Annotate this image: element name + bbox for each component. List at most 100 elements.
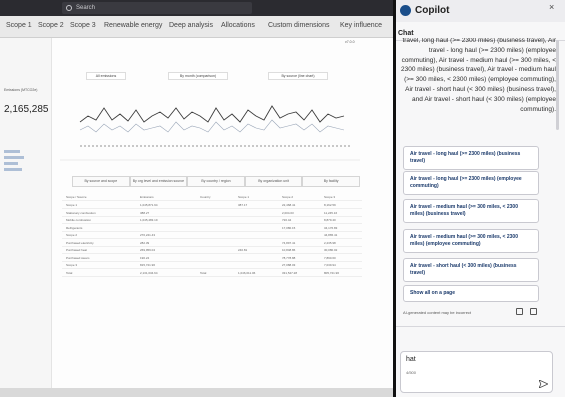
table-cell: 7,890.60 xyxy=(324,255,336,260)
copilot-header: Copilot × xyxy=(396,0,565,22)
col-header: Scope / Source xyxy=(66,195,87,199)
table-cell: Mobile combustion xyxy=(66,218,92,222)
table-row[interactable]: Scope 1 1,045,871.94 387.17 22,468.41 8,162.… xyxy=(62,202,362,209)
table-cell: 282.39 xyxy=(140,240,150,245)
col-header: Emissions xyxy=(140,195,154,199)
table-row[interactable]: Scope 3 815,721.96 27,088.03 7,039.94 xyxy=(62,262,362,269)
table-cell: 240.81 xyxy=(238,248,248,252)
thumbs-up-icon[interactable] xyxy=(516,308,523,315)
screen: Search Scope 1 Scope 2 Scope 3 Renewable… xyxy=(0,0,565,397)
col-header: Country xyxy=(200,195,211,199)
table-cell: Purchased electricity xyxy=(66,240,94,245)
table-cell: Total xyxy=(66,270,73,275)
table-cell: 2,131,034.64 xyxy=(140,270,158,275)
table-cell: 815,721.96 xyxy=(140,263,156,267)
chat-input[interactable]: hat 4/500 xyxy=(400,351,553,393)
table-cell: 387.17 xyxy=(238,203,248,207)
report-panel: Scope 1 Scope 2 Scope 3 Renewable energy… xyxy=(0,16,393,397)
ai-disclaimer: AI-generated content may be incorrect xyxy=(403,310,472,315)
chat-scrollbar[interactable] xyxy=(556,40,559,130)
copilot-response: travel, long haul (>= 2300 miles) (busin… xyxy=(398,38,556,136)
table-cell: 8,162.59 xyxy=(324,203,336,207)
kpi-value: 2,165,285 xyxy=(4,104,49,115)
filter-source-scope[interactable]: By source and scope xyxy=(72,176,130,187)
col-header: Scope 1 xyxy=(238,195,250,199)
tab-key-influencers[interactable]: Key influence xyxy=(340,22,382,29)
chip-all-emissions[interactable]: All emissions xyxy=(86,72,126,80)
search-box[interactable]: Search xyxy=(62,2,252,14)
tab-custom-dimensions[interactable]: Custom dimensions xyxy=(268,22,329,29)
table-cell: 10,848.86 xyxy=(282,248,296,252)
table-cell: 270,241.43 xyxy=(140,233,156,237)
filter-bar: By source and scope By org level and emi… xyxy=(72,176,360,187)
send-icon[interactable] xyxy=(539,380,548,388)
table-cell: 74,897.41 xyxy=(282,240,296,245)
suggestion-medium-haul-commuting[interactable]: Air travel - medium haul (>= 300 miles, … xyxy=(403,229,539,253)
table-cell: Purchased steam xyxy=(66,255,90,260)
table-row[interactable]: Total 2,131,034.64 Total 1,046,011.06 331,54… xyxy=(62,270,362,277)
table-row[interactable]: Purchased electricity 282.39 74,897.41 2,23… xyxy=(62,240,362,247)
report-version: v7.0.0 xyxy=(345,40,355,44)
table-cell: 44,865.41 xyxy=(324,233,338,237)
tab-renewable-energy[interactable]: Renewable energy xyxy=(104,22,162,29)
search-placeholder: Search xyxy=(76,5,96,11)
filter-country[interactable]: By country / region xyxy=(187,176,245,187)
tab-scope-3[interactable]: Scope 3 xyxy=(70,22,96,29)
emissions-line-chart xyxy=(60,105,360,161)
table-cell: 11,245.16 xyxy=(324,210,338,215)
copilot-logo-icon xyxy=(400,5,411,16)
tab-scope-2[interactable]: Scope 2 xyxy=(38,22,64,29)
table-cell: 30,080.02 xyxy=(324,248,338,252)
suggestion-long-haul-business[interactable]: Air travel - long haul (>= 2300 miles) (… xyxy=(403,146,539,170)
table-cell: 1,045,483.19 xyxy=(140,218,158,222)
table-cell: 805,721.96 xyxy=(324,270,340,275)
table-row[interactable]: Mobile combustion 1,045,483.19 720.44 8,879… xyxy=(62,217,362,224)
table-row[interactable]: Stationary combustion 388.27 2,004.03 11,24… xyxy=(62,210,362,217)
kpi-scope-list xyxy=(4,150,44,180)
table-row[interactable]: Purchased heat 269,959.04 240.81 10,848.86 3… xyxy=(62,247,362,254)
col-header: Scope 3 xyxy=(324,195,336,199)
col-header: Scope 2 xyxy=(282,195,294,199)
table-cell: Refrigerants xyxy=(66,225,83,230)
table-cell: 8,879.40 xyxy=(324,218,336,222)
chip-by-month[interactable]: By month (comparison) xyxy=(168,72,228,80)
table-cell: Scope 3 xyxy=(66,263,78,267)
report-tabs: Scope 1 Scope 2 Scope 3 Renewable energy… xyxy=(0,16,393,38)
table-cell: 388.27 xyxy=(140,210,150,215)
filter-org-unit[interactable]: By organization unit xyxy=(244,176,303,187)
table-cell: 78,778.88 xyxy=(282,255,296,260)
char-count: 4/500 xyxy=(406,370,417,375)
table-cell: 17,080.15 xyxy=(282,225,296,230)
table-row[interactable]: Scope 2 270,241.43 44,865.41 xyxy=(62,232,362,239)
table-cell: Scope 2 xyxy=(66,233,78,237)
table-cell: 190.24 xyxy=(140,255,150,260)
table-row[interactable]: Refrigerants 17,080.15 34,176.83 xyxy=(62,225,362,232)
thumbs-down-icon[interactable] xyxy=(530,308,537,315)
table-cell: 2,235.98 xyxy=(324,240,336,245)
table-cell: 27,088.03 xyxy=(282,263,296,267)
suggestion-long-haul-commuting[interactable]: Air travel - long haul (>= 2300 miles) (… xyxy=(403,171,539,195)
show-all-button[interactable]: Show all on a page xyxy=(403,285,539,302)
table-cell: Purchased heat xyxy=(66,248,88,252)
suggestion-medium-haul-business[interactable]: Air travel - medium haul (>= 300 miles, … xyxy=(403,199,539,223)
suggestion-short-haul-business[interactable]: Air travel - short haul (< 300 miles) (b… xyxy=(403,258,539,282)
close-icon[interactable]: × xyxy=(549,2,554,12)
table-cell: 22,468.41 xyxy=(282,203,296,207)
filter-facility[interactable]: By facility xyxy=(302,176,360,187)
tab-scope-1[interactable]: Scope 1 xyxy=(6,22,32,29)
table-cell: 720.44 xyxy=(282,218,292,222)
table-cell: Total xyxy=(200,270,207,275)
table-cell: Stationary combustion xyxy=(66,210,96,215)
filter-org-level[interactable]: By org level and emission source xyxy=(129,176,188,187)
chat-input-text[interactable]: hat xyxy=(406,356,416,363)
tab-deep-analysis[interactable]: Deep analysis xyxy=(169,22,213,29)
table-cell: 34,176.83 xyxy=(324,225,338,230)
table-cell: 331,547.28 xyxy=(282,270,298,275)
tab-allocations[interactable]: Allocations xyxy=(221,22,255,29)
copilot-pane: Copilot × Chat travel, long haul (>= 230… xyxy=(396,0,565,397)
chip-by-source[interactable]: By source (line chart) xyxy=(268,72,328,80)
copilot-response-text: travel, long haul (>= 2300 miles) (busin… xyxy=(401,38,556,113)
table-cell: 269,959.04 xyxy=(140,248,156,252)
table-row[interactable]: Purchased steam 190.24 78,778.88 7,890.60 xyxy=(62,255,362,262)
table-cell: 1,045,871.94 xyxy=(140,203,158,207)
